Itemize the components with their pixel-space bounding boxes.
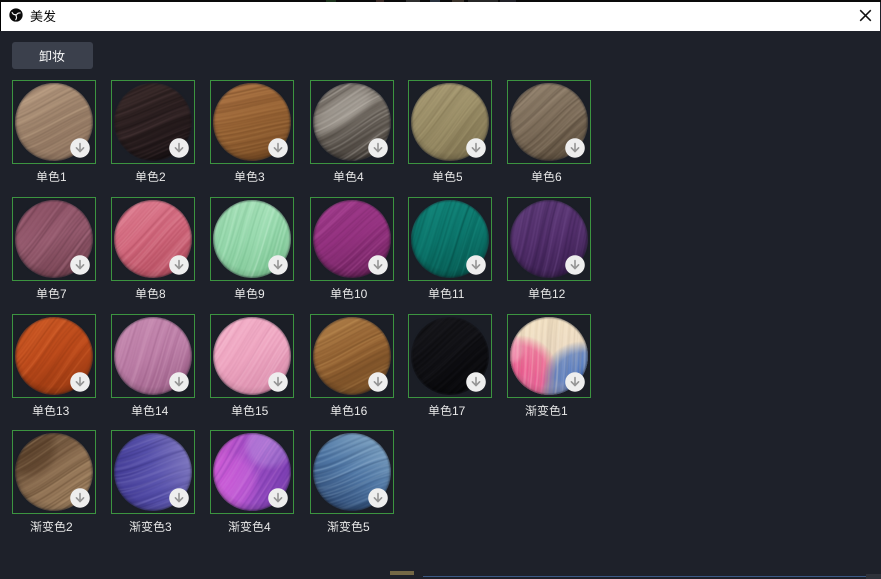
svg-text:12: 12 (552, 287, 565, 301)
svg-text:15: 15 (255, 404, 268, 418)
svg-text:17: 17 (452, 404, 465, 418)
svg-text:6: 6 (555, 170, 562, 184)
svg-text:11: 11 (452, 287, 465, 301)
svg-text:16: 16 (354, 404, 367, 418)
svg-text:1: 1 (561, 404, 568, 418)
svg-text:4: 4 (357, 170, 364, 184)
svg-text:3: 3 (258, 170, 265, 184)
svg-text:5: 5 (363, 520, 370, 534)
svg-text:4: 4 (264, 520, 271, 534)
svg-text:13: 13 (56, 404, 69, 418)
svg-text:2: 2 (66, 520, 73, 534)
svg-text:10: 10 (354, 287, 367, 301)
svg-text:5: 5 (456, 170, 463, 184)
svg-text:1: 1 (60, 170, 67, 184)
svg-text:3: 3 (165, 520, 172, 534)
svg-text:7: 7 (60, 287, 67, 301)
svg-text:8: 8 (159, 287, 166, 301)
svg-text:14: 14 (155, 404, 168, 418)
svg-text:2: 2 (159, 170, 166, 184)
svg-text:9: 9 (258, 287, 265, 301)
